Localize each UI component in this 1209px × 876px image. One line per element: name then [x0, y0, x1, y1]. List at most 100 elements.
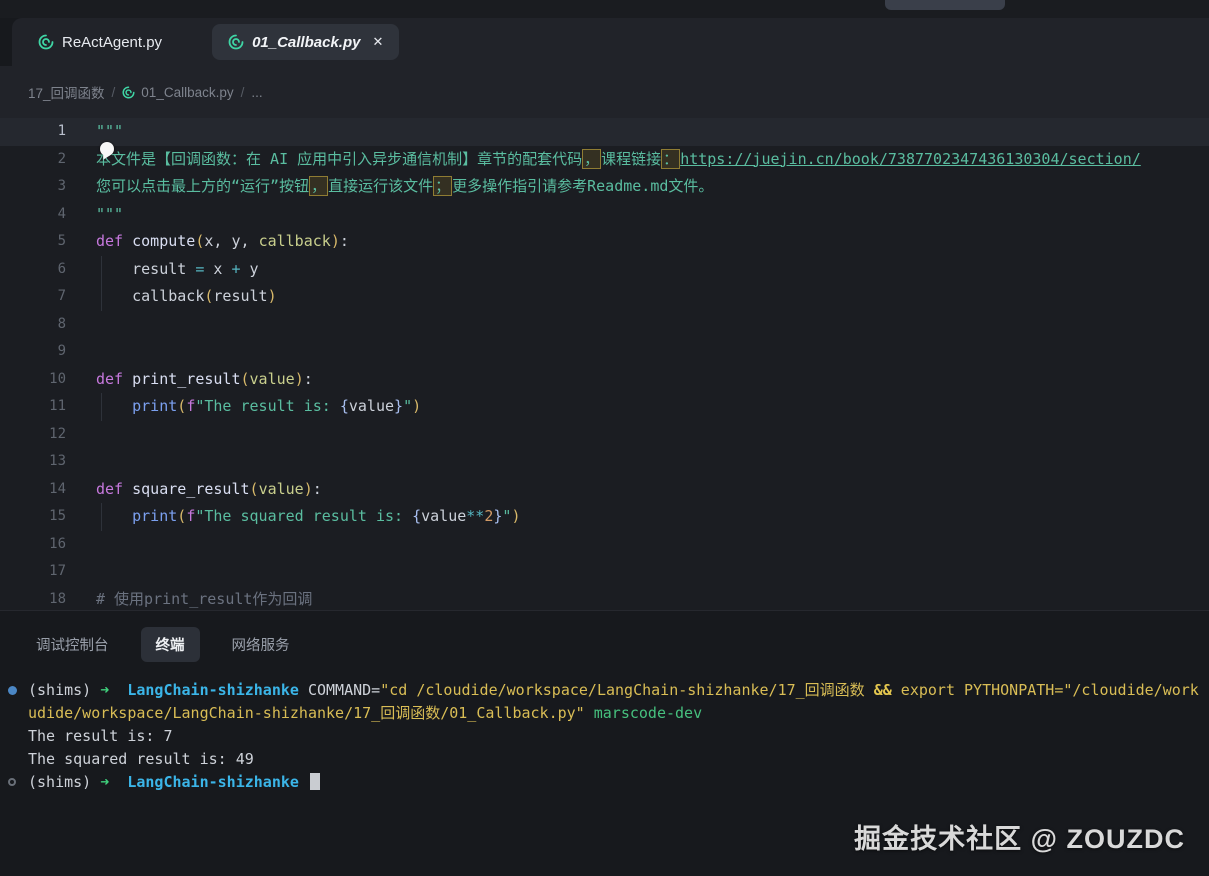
terminal-token: "cd /cloudide/workspace/LangChain-shizha…	[380, 681, 873, 699]
code-line: 9	[0, 338, 1209, 366]
close-icon[interactable]: ✕	[372, 34, 383, 50]
code-token: square_result	[132, 480, 249, 498]
code-token: (	[177, 507, 186, 525]
url-link[interactable]: https://juejin.cn/book/73877023474361303…	[680, 150, 1141, 168]
indent-guide	[101, 256, 102, 284]
code-token: "The squared result is:	[195, 507, 412, 525]
code-token: {	[412, 507, 421, 525]
code-token: ；	[433, 176, 452, 196]
partial-toolbar-button[interactable]	[885, 0, 1005, 10]
code-line: 11 print(f"The result is: {value}")	[0, 393, 1209, 421]
code-token: 您可以点击最上方的“运行”按钮	[96, 177, 309, 195]
line-number: 6	[0, 256, 66, 284]
line-number: 9	[0, 338, 66, 366]
code-token: )	[412, 397, 421, 415]
breadcrumb-label: ...	[251, 85, 262, 100]
code-line: 17	[0, 558, 1209, 586]
code-token: )	[295, 370, 304, 388]
editor-tabstrip: ReActAgent.py 01_Callback.py ✕	[12, 18, 1209, 66]
hollow-bullet-icon	[8, 778, 16, 786]
code-token: }	[394, 397, 403, 415]
code-line: 13	[0, 448, 1209, 476]
line-number: 5	[0, 228, 66, 256]
breadcrumb-label: 17_回调函数	[28, 82, 105, 102]
code-token: 课程链接	[601, 150, 661, 168]
breadcrumb-item[interactable]: ...	[251, 85, 262, 100]
code-line: 8	[0, 311, 1209, 339]
terminal-line: The squared result is: 49	[0, 748, 1209, 771]
line-number: 7	[0, 283, 66, 311]
breadcrumb: 17_回调函数/01_Callback.py/...	[0, 66, 1209, 118]
code-token: x	[204, 260, 231, 278]
terminal-line: (shims) ➜ LangChain-shizhanke	[0, 771, 1209, 794]
line-number: 1	[0, 118, 66, 146]
panel-tabbar: 调试控制台终端网络服务	[30, 627, 296, 662]
code-token: print	[132, 397, 177, 415]
terminal-token: LangChain-shizhanke	[127, 681, 299, 699]
code-line: 5def compute(x, y, callback):	[0, 228, 1209, 256]
code-token: value	[349, 397, 394, 415]
line-number: 11	[0, 393, 66, 421]
watermark: 掘金技术社区 @ ZOUZDC	[854, 817, 1185, 856]
python-file-icon	[122, 86, 135, 99]
code-token: (	[250, 480, 259, 498]
panel-tab[interactable]: 调试控制台	[30, 627, 115, 662]
code-token: callback	[259, 232, 331, 250]
terminal-line: udide/workspace/LangChain-shizhanke/17_回…	[0, 702, 1209, 725]
code-token	[123, 232, 132, 250]
terminal-token: ➜	[100, 681, 127, 699]
code-token: )	[511, 507, 520, 525]
code-token: "The result is:	[195, 397, 340, 415]
line-number: 13	[0, 448, 66, 476]
code-token: y	[241, 260, 259, 278]
terminal-token: (shims)	[28, 681, 100, 699]
code-token: value	[259, 480, 304, 498]
editor-tab-label: ReActAgent.py	[62, 34, 162, 51]
code-token: """	[96, 122, 123, 140]
code-token: def	[96, 370, 123, 388]
code-line: 3您可以点击最上方的“运行”按钮，直接运行该文件；更多操作指引请参考Readme…	[0, 173, 1209, 201]
code-token: :	[313, 480, 322, 498]
code-token: x, y,	[204, 232, 258, 250]
code-line: 6 result = x + y	[0, 256, 1209, 284]
line-number: 14	[0, 476, 66, 504]
python-file-icon	[38, 34, 54, 50]
terminal-token: udide/workspace/LangChain-shizhanke/17_回…	[28, 704, 594, 722]
code-area[interactable]: 1 """ 2 本文件是【回调函数：在 AI 应用中引入异步通信机制】章节的配套代码 ，…	[0, 118, 1209, 610]
breadcrumb-label: 01_Callback.py	[141, 85, 233, 100]
editor-tab-label: 01_Callback.py	[252, 34, 360, 51]
code-token: (	[241, 370, 250, 388]
indent-guide	[101, 503, 102, 531]
terminal-token: LangChain-shizhanke	[127, 773, 308, 791]
breadcrumb-item[interactable]: 17_回调函数	[28, 82, 105, 102]
editor-tab[interactable]: 01_Callback.py ✕	[212, 24, 399, 60]
editor-tab[interactable]: ReActAgent.py	[22, 24, 178, 60]
code-token: )	[304, 480, 313, 498]
line-number: 17	[0, 558, 66, 586]
code-token: (	[177, 397, 186, 415]
breadcrumb-separator: /	[112, 85, 116, 100]
code-token: ，	[309, 176, 328, 196]
terminal-token: The result is: 7	[28, 727, 173, 745]
line-number: 3	[0, 173, 66, 201]
line-number: 18	[0, 586, 66, 611]
panel-tab[interactable]: 网络服务	[226, 627, 296, 662]
code-token: callback	[96, 287, 204, 305]
panel-tab[interactable]: 终端	[141, 627, 200, 662]
code-token: def	[96, 480, 123, 498]
mouse-cursor-dot	[100, 142, 114, 156]
top-strip	[0, 0, 1209, 18]
code-token: print_result	[132, 370, 240, 388]
code-token: 本文件是【回调函数：在 AI 应用中引入异步通信机制】章节的配套代码	[96, 150, 582, 168]
line-number: 16	[0, 531, 66, 559]
terminal-output[interactable]: (shims) ➜ LangChain-shizhanke COMMAND="c…	[0, 679, 1209, 794]
code-token: )	[331, 232, 340, 250]
breadcrumb-item[interactable]: 01_Callback.py	[122, 85, 233, 100]
terminal-line: The result is: 7	[0, 725, 1209, 748]
code-line: 1 """	[0, 118, 1209, 146]
line-number: 8	[0, 311, 66, 339]
line-number: 2	[0, 146, 66, 174]
code-token: f	[186, 397, 195, 415]
code-line: 14 def square_result(value):	[0, 476, 1209, 504]
code-token: "	[403, 397, 412, 415]
